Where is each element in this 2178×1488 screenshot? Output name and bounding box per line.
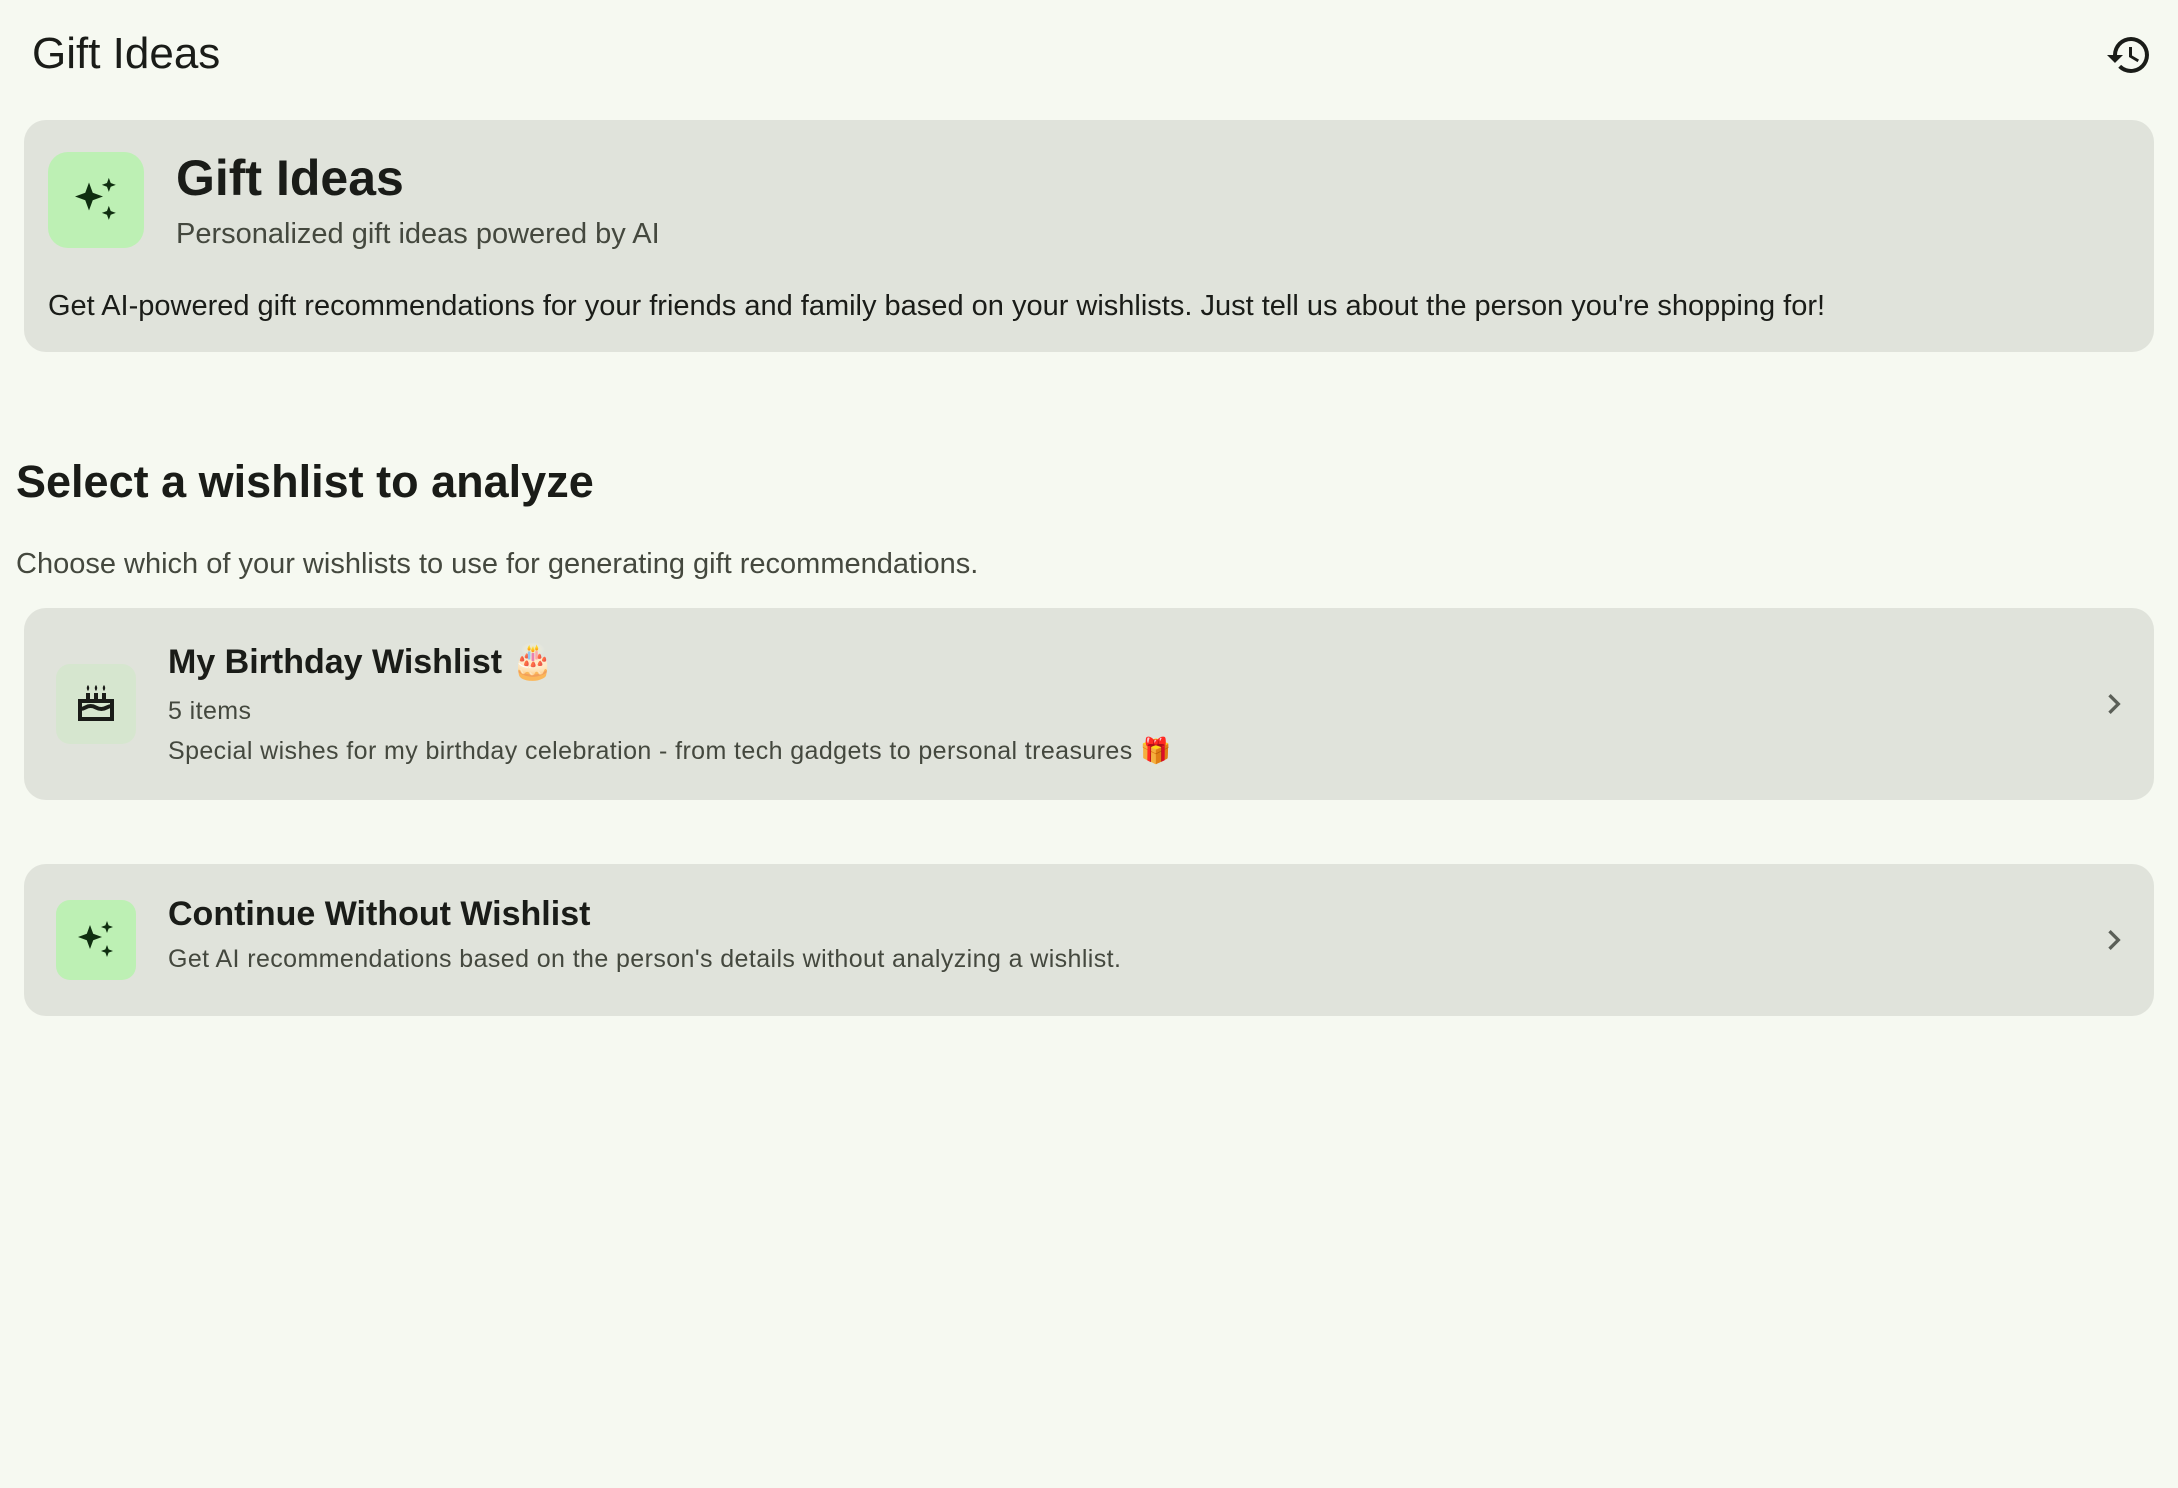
intro-title: Gift Ideas [176, 150, 404, 206]
section-title: Select a wishlist to analyze [16, 456, 594, 507]
cake-icon [78, 685, 114, 721]
history-icon [2107, 37, 2149, 74]
intro-icon-container [48, 152, 144, 248]
wishlist-title: My Birthday Wishlist 🎂 [168, 643, 554, 681]
no-wishlist-icon-container [56, 900, 136, 980]
continue-without-wishlist-card[interactable]: Continue Without Wishlist Get AI recomme… [24, 864, 2154, 1016]
intro-subtitle: Personalized gift ideas powered by AI [176, 218, 660, 250]
wishlist-card-birthday[interactable]: My Birthday Wishlist 🎂 5 items Special w… [24, 608, 2154, 800]
sparkles-icon [75, 177, 116, 220]
history-button[interactable] [2104, 30, 2154, 80]
app-bar: Gift Ideas [0, 0, 2178, 112]
chevron-right-icon [2092, 918, 2136, 962]
app-title: Gift Ideas [32, 29, 221, 78]
intro-card: Gift Ideas Personalized gift ideas power… [24, 120, 2154, 352]
wishlist-item-count: 5 items [168, 697, 252, 725]
wishlist-icon-container [56, 664, 136, 744]
intro-description: Get AI-powered gift recommendations for … [48, 290, 1826, 322]
section-subtitle: Choose which of your wishlists to use fo… [16, 548, 979, 580]
no-wishlist-description: Get AI recommendations based on the pers… [168, 945, 1122, 973]
chevron-right-icon [2092, 682, 2136, 726]
wishlist-description: Special wishes for my birthday celebrati… [168, 737, 1172, 765]
no-wishlist-title: Continue Without Wishlist [168, 895, 591, 933]
sparkles-icon [78, 921, 113, 957]
